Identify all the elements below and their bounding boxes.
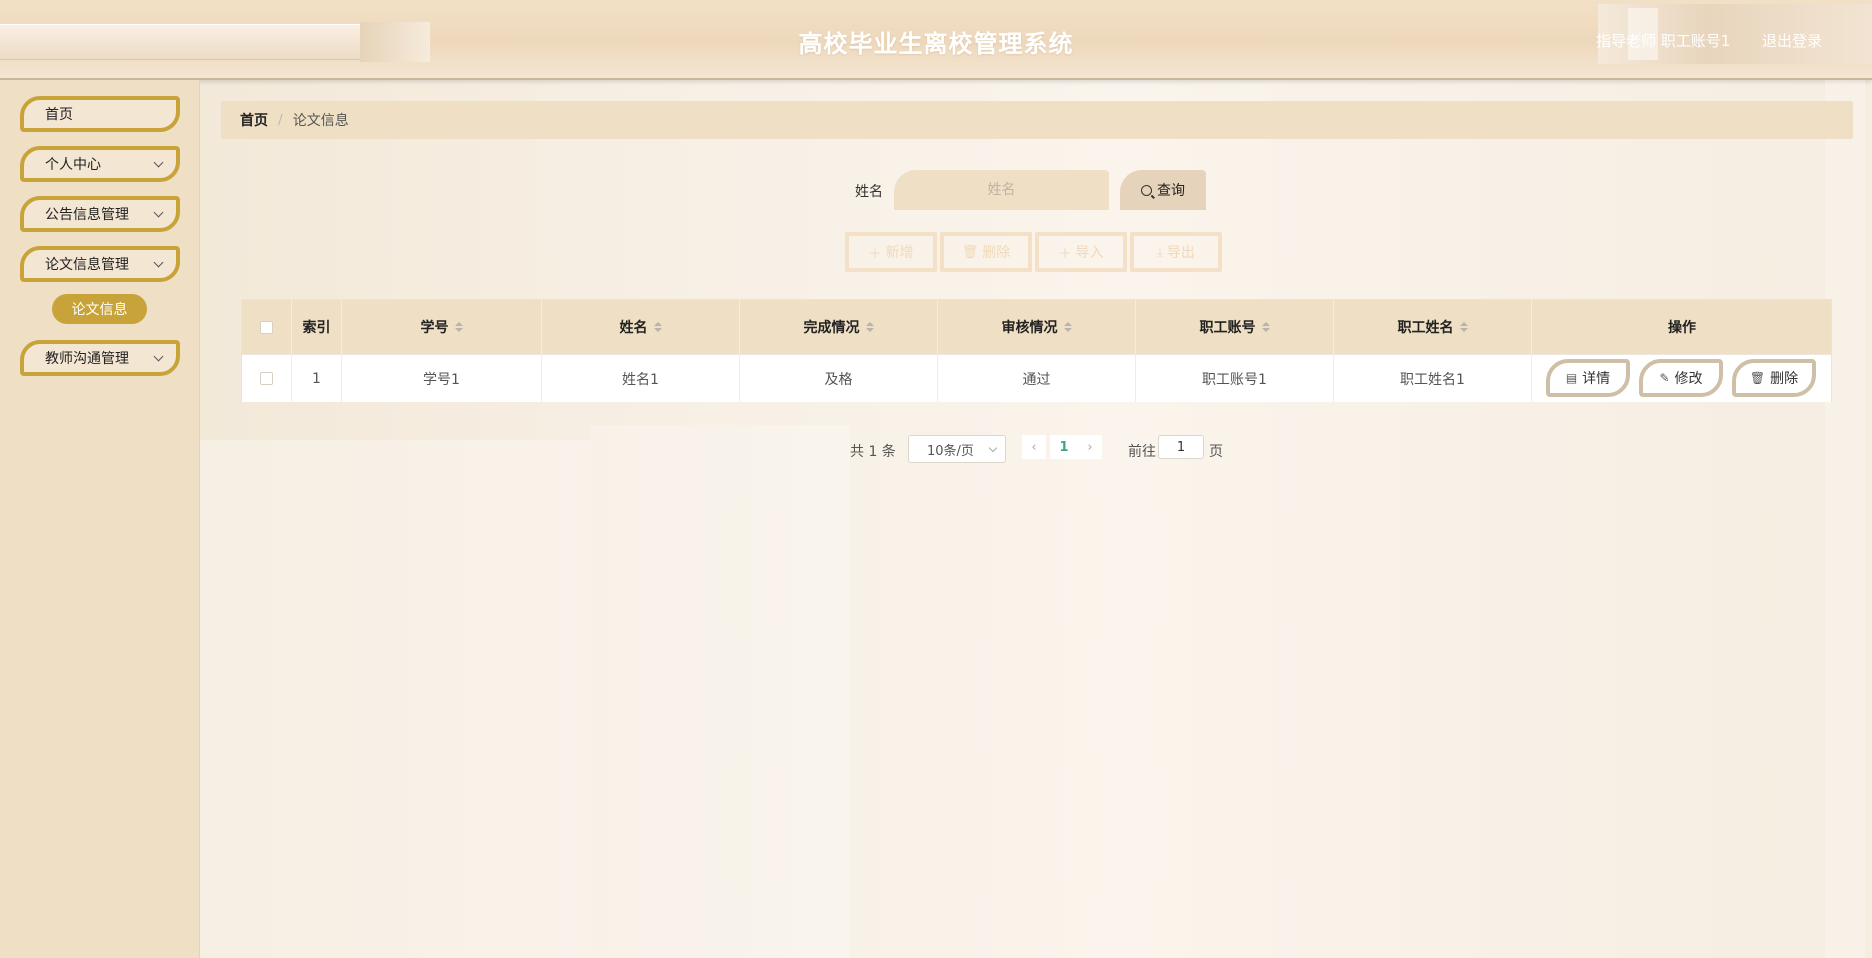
sort-icon[interactable] [865,322,874,332]
sort-icon[interactable] [1459,322,1468,332]
cell-staff-name: 职工姓名1 [1334,355,1532,402]
user-info: 指导老师 职工账号1 [1596,32,1731,50]
plus-icon: ＋ [868,246,882,262]
column-header-actions: 操作 [1668,320,1696,336]
total-count: 共 1 条 [850,444,896,460]
search-label: 姓名 [855,184,883,200]
cell-staff-account: 职工账号1 [1136,355,1334,402]
column-header-name[interactable]: 姓名 [542,300,740,354]
column-header-student-no[interactable]: 学号 [342,300,542,354]
column-header-staff-name[interactable]: 职工姓名 [1334,300,1532,354]
sort-icon[interactable] [1063,322,1072,332]
goto-suffix: 页 [1209,444,1223,460]
edit-button-label: 修改 [1674,371,1703,387]
delete-button-label: 删除 [982,245,1011,261]
cell-student-no: 学号1 [342,355,542,402]
chevron-down-icon [988,443,998,453]
app-title: 高校毕业生离校管理系统 [798,30,1074,58]
column-header-review[interactable]: 审核情况 [938,300,1136,354]
breadcrumb-home[interactable]: 首页 [240,110,268,130]
select-all-cell [242,300,292,354]
sort-icon[interactable] [454,322,463,332]
name-search-input[interactable] [894,170,1109,210]
document-icon: ▤ [1565,371,1578,385]
row-select-cell [242,355,292,402]
page-size-select[interactable]: 10条/页 [908,435,1006,463]
breadcrumb-current: 论文信息 [292,113,349,129]
plus-icon: ＋ [1058,246,1072,262]
cell-actions: ▤ 详情 ✎ 修改 🗑 删除 [1532,355,1832,402]
goto-label: 前往 [1128,444,1156,460]
top-header: 高校毕业生离校管理系统 指导老师 职工账号1 退出登录 [0,0,1872,80]
sidebar-item-teacher-communication[interactable]: 教师沟通管理 [20,340,180,376]
column-header-staff-account[interactable]: 职工账号 [1136,300,1334,354]
column-header-index: 索引 [292,300,342,354]
sidebar-item-home[interactable]: 首页 [20,96,180,132]
sidebar-item-label: 首页 [45,107,73,123]
chevron-down-icon [153,157,164,168]
edit-button[interactable]: ✎ 修改 [1639,359,1723,397]
background-decoration [200,440,590,958]
trash-icon: 🗑 [961,244,979,260]
column-header-completion[interactable]: 完成情况 [740,300,938,354]
background-decoration [590,425,850,958]
page-number-current[interactable]: 1 [1050,435,1078,459]
sidebar-item-label: 教师沟通管理 [45,351,129,367]
cell-index: 1 [292,355,342,402]
search-button-label: 查询 [1157,183,1185,199]
breadcrumb: 首页 / 论文信息 [221,101,1853,139]
download-icon: ⤓ [1157,244,1163,260]
export-button-label: 导出 [1166,245,1195,261]
table-row: 1 学号1 姓名1 及格 通过 职工账号1 职工姓名1 ▤ 详情 ✎ 修改 🗑 … [242,354,1831,402]
page-size-value: 10条/页 [927,443,974,459]
chevron-down-icon [153,257,164,268]
cell-name: 姓名1 [542,355,740,402]
table-header: 索引 学号 姓名 完成情况 审核情况 职工账号 职工姓名 操作 [242,300,1831,354]
cell-review: 通过 [938,355,1136,402]
batch-delete-button[interactable]: 🗑 删除 [940,232,1032,272]
edit-icon: ✎ [1659,371,1670,385]
add-button-label: 新增 [885,245,914,261]
add-button[interactable]: ＋ 新增 [845,232,937,272]
search-button[interactable]: 查询 [1120,170,1206,210]
sidebar-item-label: 个人中心 [45,157,101,173]
delete-button[interactable]: 🗑 删除 [1732,359,1816,397]
sidebar-item-label: 论文信息管理 [45,257,129,273]
next-page-button[interactable]: › [1078,435,1102,459]
sidebar-item-personal-center[interactable]: 个人中心 [20,146,180,182]
goto-page-input[interactable] [1158,435,1204,459]
chevron-down-icon [153,351,164,362]
pagination: 共 1 条 10条/页 ‹ 1 › 前往 页 [200,435,1872,465]
select-all-checkbox[interactable] [260,320,273,334]
data-table: 索引 学号 姓名 完成情况 审核情况 职工账号 职工姓名 操作 1 学号1 姓名… [241,299,1832,402]
import-button-label: 导入 [1075,245,1104,261]
sidebar-item-label: 公告信息管理 [45,207,129,223]
logout-link[interactable]: 退出登录 [1762,30,1822,51]
search-icon [1141,184,1152,196]
sidebar-item-announcements[interactable]: 公告信息管理 [20,196,180,232]
chevron-down-icon [153,207,164,218]
sort-icon[interactable] [1261,322,1270,332]
row-checkbox[interactable] [260,372,273,385]
background-decoration [1825,80,1865,958]
prev-page-button[interactable]: ‹ [1022,435,1046,459]
trash-icon: 🗑 [1749,371,1766,385]
export-button[interactable]: ⤓ 导出 [1130,232,1222,272]
sidebar-item-thesis-management[interactable]: 论文信息管理 [20,246,180,282]
sidebar-subitem-thesis-info[interactable]: 论文信息 [52,294,147,324]
delete-button-label: 删除 [1770,371,1799,387]
import-button[interactable]: ＋ 导入 [1035,232,1127,272]
sidebar: 首页 个人中心 公告信息管理 论文信息管理 论文信息 教师沟通管理 [0,80,200,958]
main-content: 首页 / 论文信息 姓名 查询 ＋ 新增 🗑 删除 ＋ 导入 ⤓ 导出 索引 学… [200,80,1872,958]
detail-button-label: 详情 [1582,371,1611,387]
breadcrumb-separator: / [278,112,283,128]
detail-button[interactable]: ▤ 详情 [1546,359,1630,397]
cell-completion: 及格 [740,355,938,402]
sort-icon[interactable] [653,322,662,332]
